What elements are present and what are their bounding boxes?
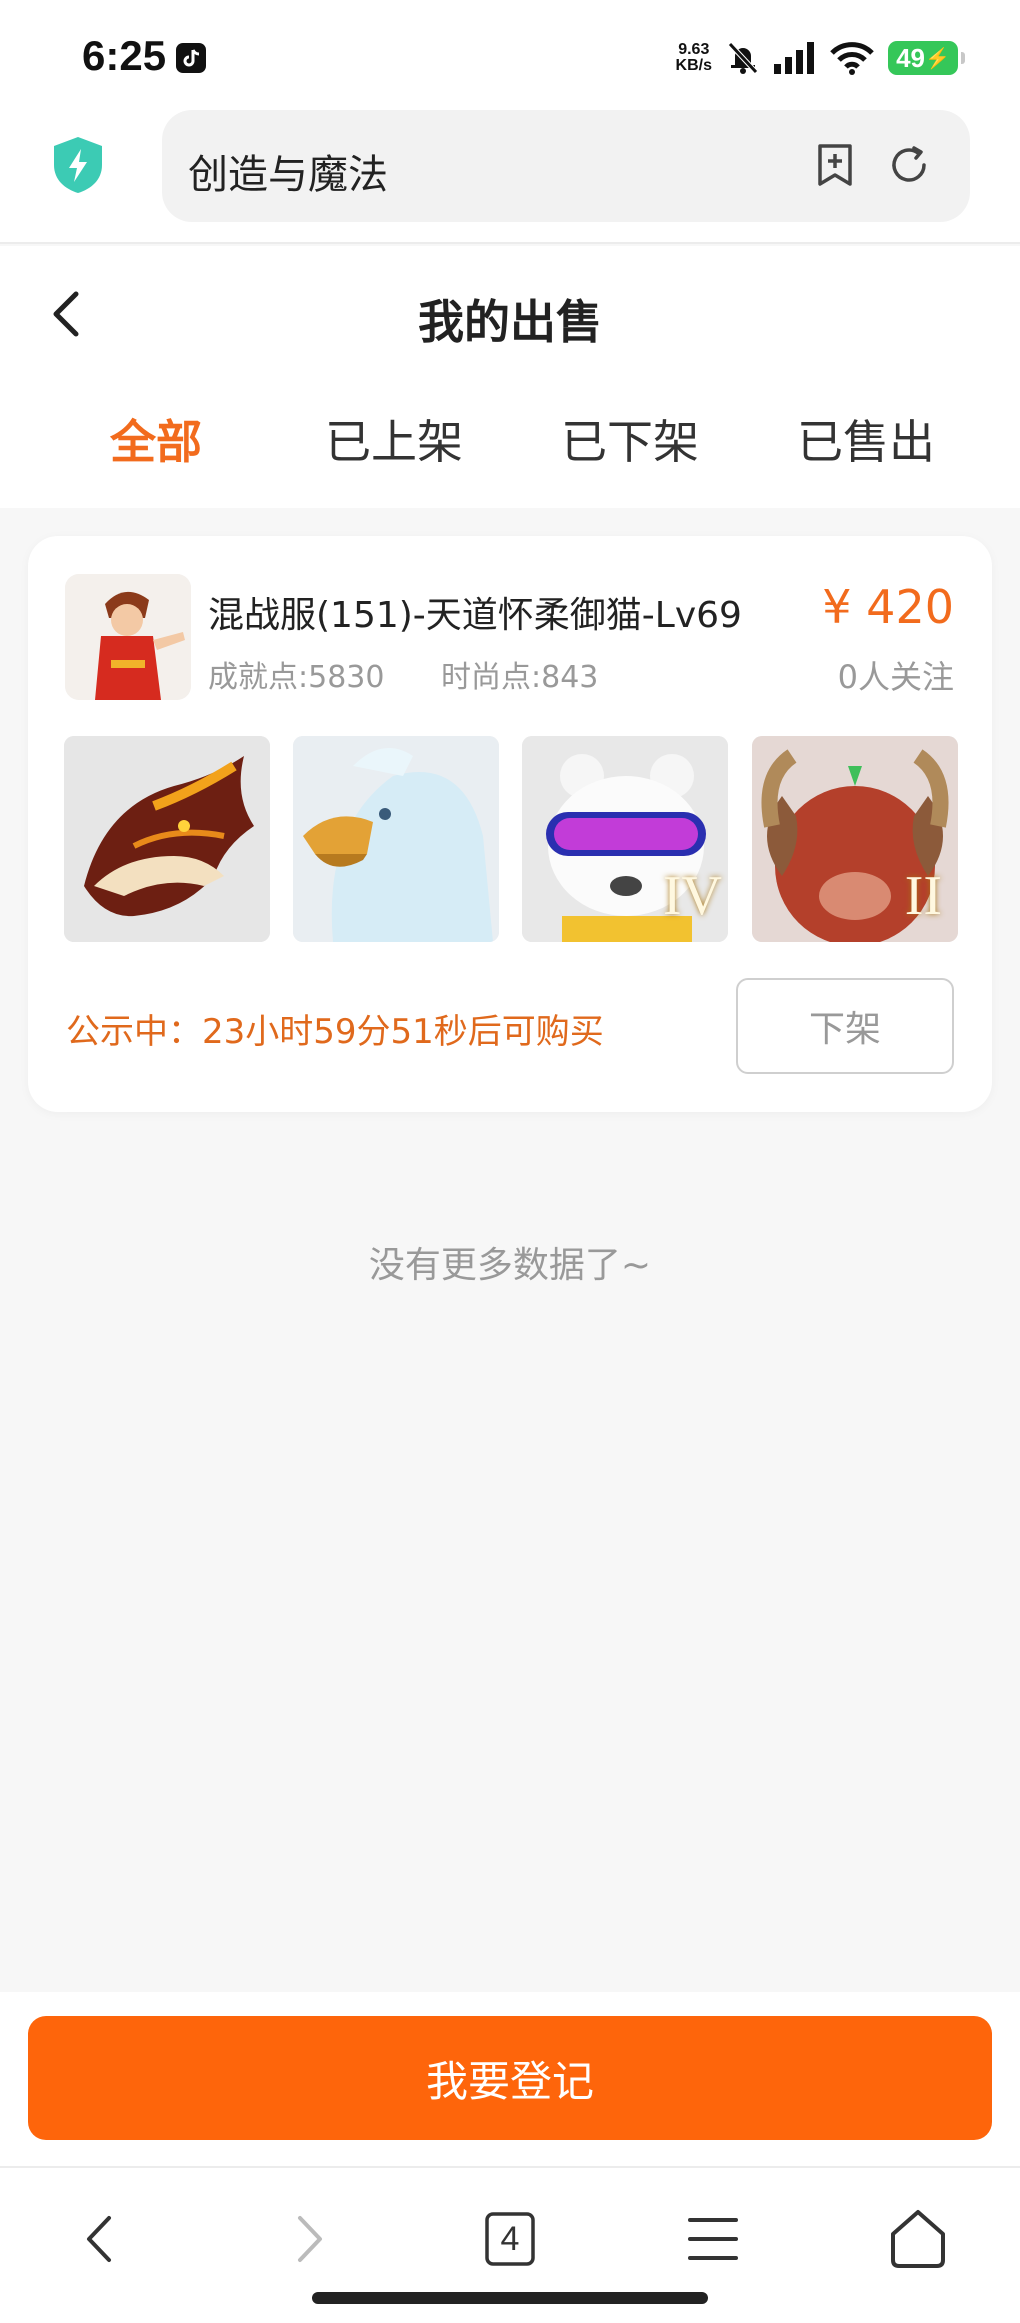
tab-listed[interactable]: 已上架	[274, 406, 514, 472]
public-notice-countdown: 公示中：23小时59分51秒后可购买	[66, 1012, 604, 1052]
wifi-icon	[830, 42, 874, 75]
register-button[interactable]: 我要登记	[28, 2016, 992, 2140]
page-header: 我的出售 全部 已上架 已下架 已售出	[0, 246, 1020, 508]
follower-count: 0人关注	[837, 658, 954, 696]
listing-title[interactable]: 混战服(151)-天道怀柔御猫-Lv69	[208, 586, 742, 638]
status-bar: 6:25 9.63 KB/s 49 ⚡	[0, 0, 1020, 110]
browser-address-bar: 创造与魔法	[0, 110, 1020, 244]
bookmark-add-icon[interactable]	[810, 140, 860, 190]
tabs-switcher-button[interactable]: 4	[475, 2204, 545, 2274]
fire-dragon-thumbnail[interactable]	[64, 736, 270, 942]
battery-level: 49	[896, 42, 925, 73]
listing-card[interactable]: 混战服(151)-天道怀柔御猫-Lv69 成就点:5830 时尚点:843 ¥ …	[28, 536, 992, 1112]
signal-icon	[774, 42, 814, 74]
red-ram-beast-thumbnail[interactable]: II	[752, 736, 958, 942]
url-text[interactable]: 创造与魔法	[188, 142, 388, 200]
item-thumbnails: IV II	[64, 736, 958, 942]
home-indicator-bar[interactable]	[312, 2292, 708, 2304]
network-speed: 9.63 KB/s	[676, 42, 712, 74]
home-icon[interactable]	[883, 2204, 953, 2274]
tab-delisted[interactable]: 已下架	[510, 406, 750, 472]
character-avatar	[65, 574, 191, 700]
delist-button[interactable]: 下架	[736, 978, 954, 1074]
menu-icon[interactable]	[678, 2204, 748, 2274]
browser-back-icon[interactable]	[65, 2204, 135, 2274]
status-time: 6:25	[82, 32, 167, 79]
polar-bear-goggles-thumbnail[interactable]: IV	[522, 736, 728, 942]
tiktok-notification-icon	[176, 43, 206, 73]
status-icons: 9.63 KB/s 49 ⚡	[676, 38, 965, 78]
page-title: 我的出售	[418, 295, 602, 349]
browser-forward-icon[interactable]	[274, 2204, 344, 2274]
no-more-data-text: 没有更多数据了~	[368, 1245, 652, 1286]
rank-badge-iv: IV	[662, 865, 722, 927]
fashion-points: 时尚点:843	[441, 660, 599, 695]
listing-price: ¥ 420	[822, 580, 954, 634]
url-field[interactable]: 创造与魔法	[162, 110, 970, 222]
reload-icon[interactable]	[884, 140, 934, 190]
tab-sold[interactable]: 已售出	[746, 406, 986, 472]
tab-all[interactable]: 全部	[36, 406, 276, 472]
shield-lightning-icon[interactable]	[50, 135, 106, 195]
network-speed-value: 9.63	[678, 41, 710, 58]
register-area: 我要登记	[0, 1992, 1020, 2166]
status-tabs: 全部 已上架 已下架 已售出	[0, 406, 1020, 476]
rank-badge-ii: II	[904, 865, 942, 927]
battery-indicator: 49 ⚡	[888, 41, 965, 75]
tab-count: 4	[500, 2220, 520, 2258]
white-eagle-thumbnail[interactable]	[293, 736, 499, 942]
network-speed-unit: KB/s	[675, 57, 712, 74]
achievement-points: 成就点:5830	[208, 660, 385, 695]
bell-muted-icon	[728, 42, 758, 74]
